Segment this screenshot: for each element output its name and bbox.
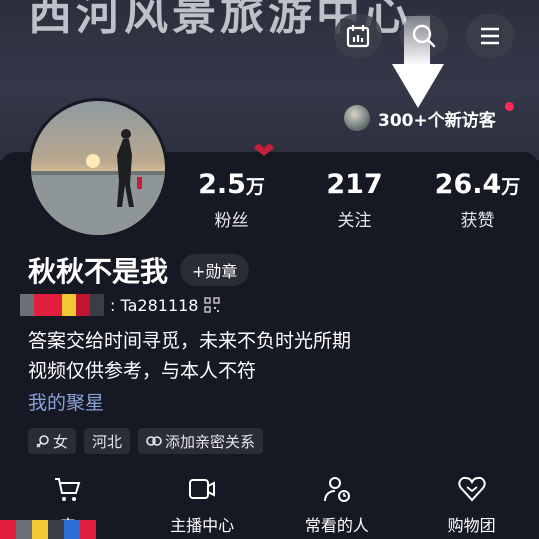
avatar[interactable] [28, 98, 168, 238]
video-icon [189, 479, 216, 499]
visitors-label: 300+个新访客 [378, 110, 496, 131]
add-badge-button[interactable]: +勋章 [180, 254, 250, 286]
profile-tags: 女 河北 添加亲密关系 [28, 428, 264, 454]
name-row: 秋秋不是我 +勋章 [28, 250, 250, 290]
avatar-photo [31, 129, 165, 235]
user-clock-icon [323, 477, 350, 502]
bio: 答案交给时间寻觅，未来不负时光所期 视频仅供参考，与本人不符 [28, 326, 351, 386]
streamer-center-label: 主播中心 [170, 516, 235, 535]
location-tag[interactable]: 河北 [84, 428, 131, 454]
calendar-icon [346, 25, 370, 48]
female-icon [36, 435, 49, 448]
qr-code-icon[interactable] [204, 297, 221, 313]
redacted-mosaic [20, 294, 104, 316]
bio-line: 视频仅供参考，与本人不符 [28, 360, 257, 382]
menu-icon [481, 27, 499, 45]
relationship-tag[interactable]: 添加亲密关系 [138, 428, 264, 454]
gender-tag[interactable]: 女 [28, 428, 77, 454]
likes-label: 获赞 [460, 211, 495, 231]
shopping-group-label: 购物团 [447, 516, 496, 535]
relationship-label: 添加亲密关系 [165, 432, 256, 451]
following-label: 关注 [337, 211, 372, 231]
new-visitors-button[interactable]: 300+个新访客 [340, 101, 510, 135]
redacted-mosaic-bottom [0, 520, 96, 539]
cart-icon [55, 478, 81, 501]
following-count: 217 [326, 169, 383, 200]
followers-count: 2.5 [198, 169, 246, 200]
account-id: : Ta281118 [110, 295, 199, 315]
heart-group-icon [458, 476, 486, 502]
likes-count: 26.4 [434, 169, 502, 200]
profile-name: 秋秋不是我 [28, 255, 169, 288]
link-icon [146, 436, 162, 446]
bio-line: 答案交给时间寻觅，未来不负时光所期 [28, 330, 352, 352]
account-id-row: : Ta281118 [20, 294, 221, 316]
stats-row: 2.5万 粉丝 217 关注 26.4万 获赞 [170, 168, 539, 231]
heart-decoration-icon [254, 144, 274, 156]
location-label: 河北 [92, 432, 123, 451]
frequent-viewers-entry[interactable]: 常看的人 [270, 474, 405, 536]
down-arrow-icon [392, 16, 444, 108]
followers-label: 粉丝 [214, 211, 249, 231]
visitor-avatar [344, 105, 370, 131]
frequent-viewers-label: 常看的人 [304, 516, 369, 535]
juxing-link[interactable]: 我的聚星 [28, 388, 104, 415]
followers-stat[interactable]: 2.5万 粉丝 [170, 168, 293, 231]
notification-dot [505, 102, 514, 111]
shopping-group-entry[interactable]: 购物团 [404, 474, 539, 536]
menu-button[interactable] [466, 14, 514, 58]
gender-label: 女 [53, 432, 69, 451]
streamer-center-entry[interactable]: 主播中心 [135, 474, 270, 536]
calendar-button[interactable] [334, 14, 382, 58]
likes-stat[interactable]: 26.4万 获赞 [416, 168, 539, 231]
likes-unit: 万 [501, 176, 521, 198]
followers-unit: 万 [245, 176, 265, 198]
following-stat[interactable]: 217 关注 [293, 168, 416, 231]
